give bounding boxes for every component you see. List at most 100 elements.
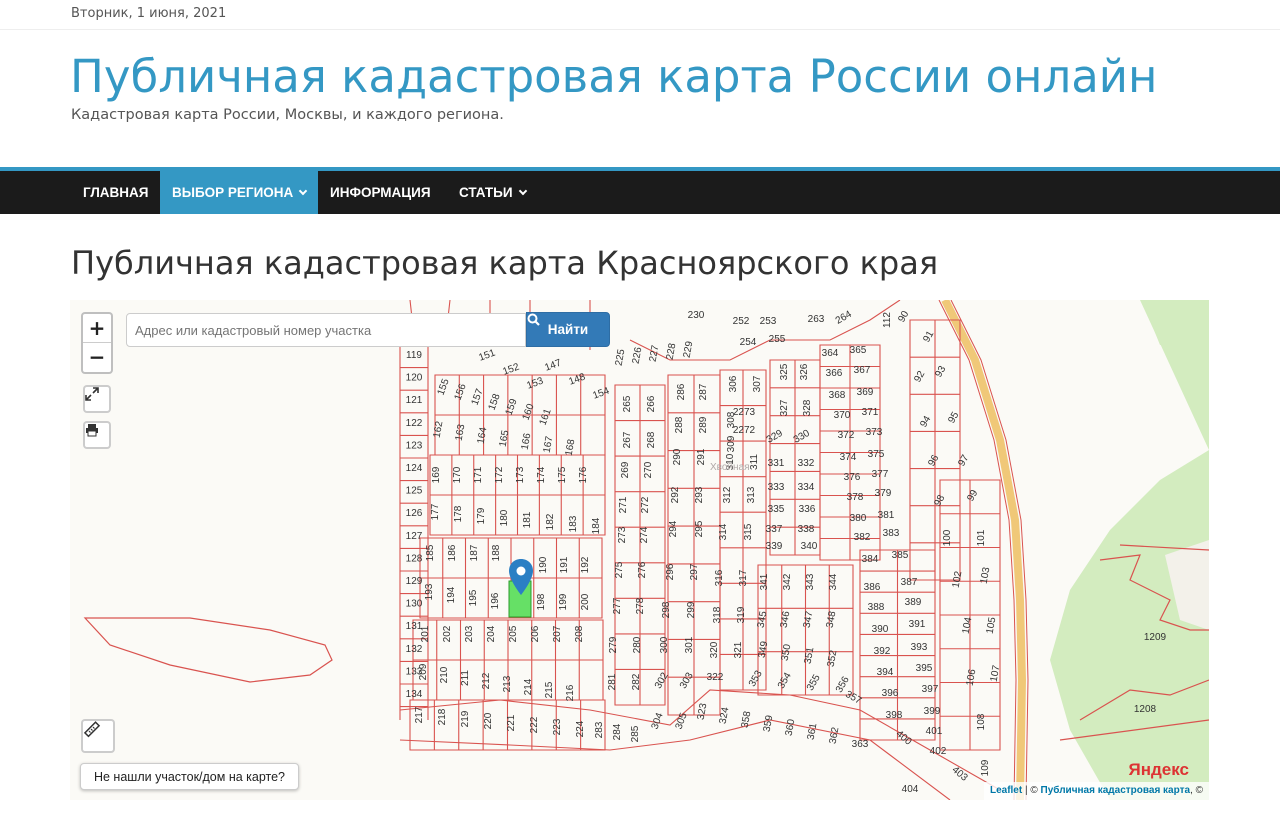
parcel-number-label: 92	[912, 369, 927, 385]
nav-item-articles[interactable]: СТАТЬИ	[447, 171, 538, 214]
parcel-number-label: 161	[538, 407, 554, 427]
ruler-icon	[83, 721, 101, 738]
parcel-number-label: 229	[682, 340, 696, 359]
parcel-number-label: 112	[882, 312, 893, 328]
parcel-number-label: 323	[696, 702, 710, 721]
chevron-down-icon	[518, 186, 527, 196]
parcel-number-label: 281	[607, 673, 618, 690]
parcel-number-label: 209	[418, 663, 429, 680]
site-description: Кадастровая карта России, Москвы, и кажд…	[71, 107, 504, 123]
chevron-down-icon	[299, 186, 308, 196]
parcel-number-label: 128	[406, 553, 423, 564]
parcel-number-label: 104	[961, 616, 975, 635]
parcel-number-label: 338	[798, 524, 815, 535]
parcel-number-label: 285	[630, 725, 641, 742]
main-nav: ГЛАВНАЯ ВЫБОР РЕГИОНА ИНФОРМАЦИЯ СТАТЬИ	[0, 167, 1280, 214]
parcel-number-label: 215	[544, 681, 555, 698]
parcel-number-label: 121	[406, 395, 423, 406]
parcel-number-label: 94	[918, 414, 933, 430]
parcel-number-label: 349	[757, 640, 771, 659]
parcel-number-label: 283	[594, 721, 605, 738]
parcel-number-label: 178	[453, 505, 464, 522]
parcel-number-label: 97	[956, 453, 971, 469]
nav-item-region[interactable]: ВЫБОР РЕГИОНА	[160, 171, 319, 214]
parcel-number-label: 382	[854, 532, 871, 543]
parcel-number-label: 312	[722, 486, 733, 503]
parcel-number-label: 154	[591, 385, 611, 401]
parcel-number-label: 124	[406, 463, 423, 474]
location-marker-icon[interactable]	[509, 559, 533, 595]
parcel-number-label: 207	[552, 625, 563, 642]
parcel-number-label: 397	[922, 684, 939, 695]
fullscreen-button[interactable]	[83, 385, 111, 413]
parcel-number-label: 336	[799, 504, 816, 515]
parcel-number-label: 386	[864, 582, 881, 593]
parcel-number-label: 392	[874, 646, 891, 657]
parcel-outline	[83, 617, 333, 683]
parcel-number-label: 374	[840, 452, 857, 463]
parcel-number-label: 306	[728, 375, 739, 392]
parcel-number-label: 199	[558, 593, 569, 610]
parcel-number-label: 304	[650, 711, 666, 731]
parcel-number-label: 174	[536, 466, 547, 483]
leaflet-link[interactable]: Leaflet	[990, 785, 1022, 796]
zoom-out-button[interactable]: −	[83, 343, 111, 372]
parcel-number-label: 313	[746, 486, 757, 503]
parcel-number-label: 203	[464, 625, 475, 642]
parcel-number-label: 319	[736, 606, 747, 623]
parcel-number-label: 226	[631, 346, 645, 365]
print-button[interactable]	[83, 421, 111, 449]
parcel-number-label: 158	[487, 392, 503, 412]
search-input[interactable]	[126, 313, 526, 347]
parcel-number-label: 375	[868, 449, 885, 460]
parcel-number-label: 99	[965, 488, 980, 504]
parcel-number-label: 165	[498, 429, 512, 448]
parcel-number-label: 391	[909, 619, 926, 630]
ruler-button[interactable]	[81, 719, 115, 753]
parcel-number-label: 180	[499, 509, 510, 526]
parcel-number-label: 119	[406, 350, 422, 361]
parcel-number-label: 191	[559, 556, 570, 573]
attribution-separator: | ©	[1022, 785, 1041, 796]
parcel-number-label: 269	[620, 461, 631, 478]
parcel-number-label: 252	[733, 316, 750, 327]
parcel-number-label: 298	[661, 601, 672, 618]
parcel-number-label: 170	[452, 466, 463, 483]
parcel-number-label: 360	[784, 718, 798, 737]
parcel-number-label: 361	[806, 722, 820, 741]
parcel-number-label: 265	[622, 395, 633, 412]
parcel-number-label: 295	[694, 520, 705, 537]
nav-item-info[interactable]: ИНФОРМАЦИЯ	[318, 171, 443, 214]
search-button[interactable]: Найти	[526, 312, 610, 347]
parcel-number-label: 353	[747, 668, 765, 688]
search-icon	[527, 313, 540, 326]
parcel-number-label: 210	[439, 666, 450, 683]
parcel-number-label: 389	[905, 597, 922, 608]
parcel-number-label: 125	[406, 486, 423, 497]
cadastral-source-link[interactable]: Публичная кадастровая карта	[1041, 785, 1191, 796]
parcel-number-label: 343	[805, 573, 816, 590]
cadastral-map[interactable]: 119 120 121 122 123 124 125 126 127 128 129 130 131 1…	[70, 300, 1209, 800]
parcel-number-label: 324	[718, 706, 732, 725]
parcel-labels: 1191201211221231241251261271281291301311…	[406, 309, 1167, 795]
yandex-logo: Яндекс	[1128, 760, 1189, 779]
nav-item-label: ГЛАВНАЯ	[83, 185, 149, 200]
nav-item-label: ИНФОРМАЦИЯ	[330, 185, 431, 200]
parcel-number-label: 317	[738, 569, 749, 586]
nav-item-home[interactable]: ГЛАВНАЯ	[71, 171, 161, 214]
parcel-number-label: 106	[965, 668, 979, 687]
not-found-button[interactable]: Не нашли участок/дом на карте?	[80, 763, 299, 790]
parcel-number-label: 354	[776, 670, 794, 690]
parcel-number-label: 103	[979, 566, 993, 585]
parcel-number-label: 160	[521, 402, 537, 422]
parcel-number-label: 192	[580, 556, 591, 573]
parcel-number-label: 211	[460, 670, 471, 686]
zoom-in-button[interactable]: +	[83, 314, 111, 343]
parcel-number-label: 303	[678, 670, 696, 690]
site-title[interactable]: Публичная кадастровая карта России онлай…	[70, 50, 1157, 103]
parcel-number-label: 284	[612, 723, 623, 740]
parcel-number-label: 193	[424, 583, 435, 600]
map-canvas[interactable]: 1191201211221231241251261271281291301311…	[70, 300, 1209, 800]
parcel-number-label: 385	[892, 550, 909, 561]
parcel-number-label: 101	[976, 529, 987, 546]
